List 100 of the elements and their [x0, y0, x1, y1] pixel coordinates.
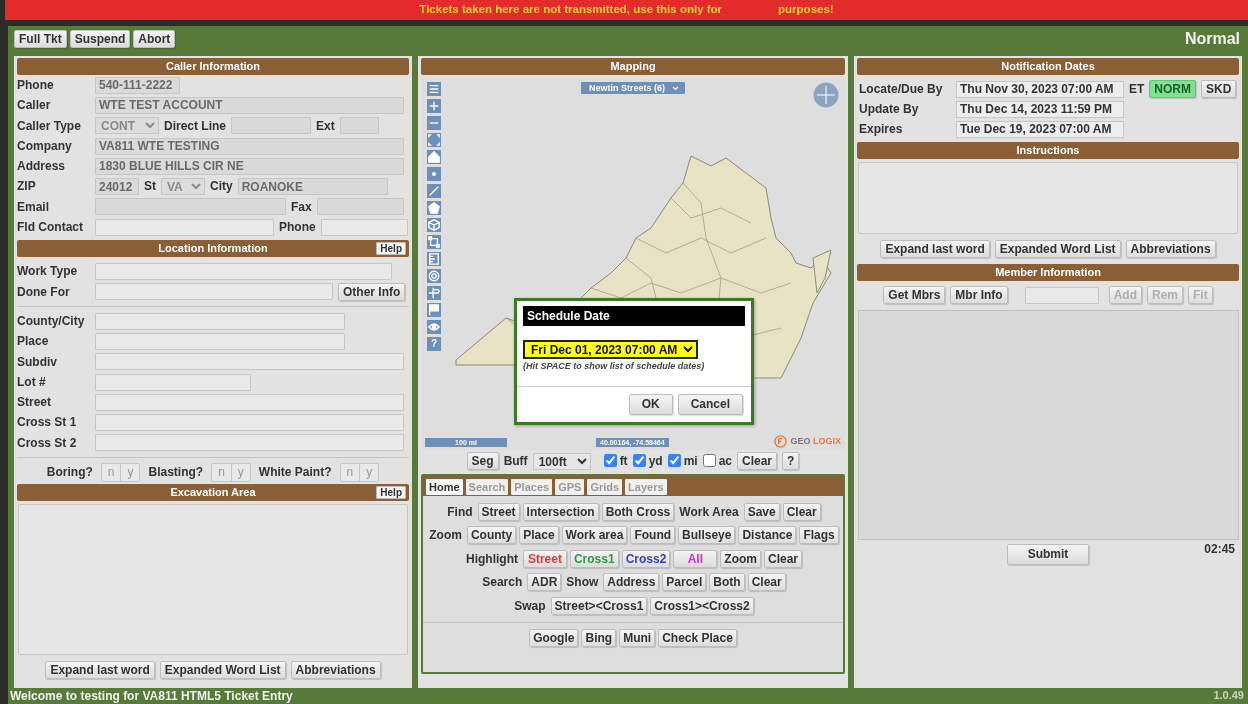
dialog-button[interactable]: Cancel: [677, 393, 743, 415]
button[interactable]: Both: [709, 573, 745, 592]
date-field[interactable]: Tue Dec 19, 2023 07:00 AM: [956, 120, 1124, 138]
checkbox[interactable]: [667, 454, 681, 468]
home-icon[interactable]: [427, 150, 441, 164]
target-icon[interactable]: [427, 269, 441, 283]
help-button[interactable]: Help: [376, 486, 406, 500]
button[interactable]: Abbreviations: [1125, 240, 1216, 258]
button[interactable]: Bing: [581, 629, 617, 648]
toolbar-button[interactable]: Suspend: [69, 30, 131, 48]
input-field[interactable]: [95, 263, 392, 280]
button[interactable]: Cross2: [621, 549, 671, 568]
button[interactable]: Expanded Word List: [159, 661, 286, 679]
header-title: Caller Information: [165, 60, 261, 72]
button[interactable]: Check Place: [658, 629, 737, 648]
button[interactable]: Zoom: [720, 549, 761, 568]
button[interactable]: County: [466, 526, 517, 545]
button[interactable]: Clear: [747, 573, 786, 592]
date-field[interactable]: Thu Nov 30, 2023 07:00 AM: [956, 80, 1124, 98]
input-field[interactable]: [95, 434, 404, 452]
button[interactable]: Expand last word: [880, 240, 990, 258]
zoom-in-icon[interactable]: [427, 99, 441, 113]
checkbox[interactable]: [702, 454, 716, 468]
selection-icon[interactable]: [427, 235, 441, 249]
input-field[interactable]: [95, 373, 251, 391]
button[interactable]: Expand last word: [45, 661, 155, 679]
ruler-icon[interactable]: [427, 252, 441, 266]
button[interactable]: Place: [519, 526, 559, 545]
submit-button[interactable]: Submit: [1006, 543, 1090, 565]
button[interactable]: Clear: [737, 452, 778, 470]
button[interactable]: Save: [743, 502, 780, 521]
field-label: Blasting?: [148, 464, 204, 480]
button[interactable]: Clear: [764, 549, 803, 568]
frame-icon[interactable]: [427, 133, 441, 147]
flag-icon[interactable]: [427, 303, 441, 317]
button[interactable]: Address: [603, 573, 660, 592]
button[interactable]: Parcel: [662, 573, 707, 592]
line-icon[interactable]: [427, 184, 441, 198]
date-dropdown[interactable]: Fri Dec 01, 2023 07:00 AM: [523, 340, 698, 359]
button[interactable]: Get Mbrs: [883, 286, 946, 304]
input-field[interactable]: [95, 312, 345, 330]
checkbox-label: yd: [648, 453, 663, 469]
mode-button[interactable]: SKD: [1201, 80, 1237, 98]
input-field[interactable]: [95, 393, 404, 411]
button[interactable]: Cross1><Cross2: [650, 596, 754, 615]
button[interactable]: Found: [630, 526, 676, 545]
button[interactable]: Flags: [799, 526, 839, 545]
toolbar-button[interactable]: Abort: [133, 30, 176, 48]
field-label: Done For: [17, 284, 71, 299]
field-label: Locate/Due By: [859, 81, 944, 97]
button[interactable]: Other Info: [338, 282, 406, 301]
button[interactable]: ?: [782, 452, 800, 470]
button[interactable]: Street><Cross1: [550, 596, 648, 615]
tab[interactable]: Home: [426, 479, 463, 495]
button[interactable]: Street: [477, 502, 520, 521]
menu-icon[interactable]: [427, 82, 441, 96]
input-field[interactable]: [95, 218, 274, 236]
button[interactable]: Intersection: [522, 502, 599, 521]
field-label: ZIP: [17, 179, 37, 194]
input-field[interactable]: [320, 218, 408, 236]
button[interactable]: Google: [529, 629, 579, 648]
button[interactable]: Clear: [782, 502, 821, 521]
zoom-out-icon[interactable]: [427, 116, 441, 130]
field-label: White Paint?: [258, 464, 332, 480]
date-field[interactable]: Thu Dec 14, 2023 11:59 PM: [956, 100, 1124, 118]
mode-button[interactable]: NORM: [1149, 80, 1196, 98]
input-field[interactable]: [1024, 286, 1099, 304]
button[interactable]: Abbreviations: [290, 661, 381, 679]
header-title: Excavation Area: [170, 486, 256, 499]
input-field[interactable]: [95, 353, 404, 371]
checkbox[interactable]: [632, 454, 646, 468]
button[interactable]: Work area: [561, 526, 628, 545]
field-label: Expires: [859, 121, 904, 137]
input-field[interactable]: [95, 332, 345, 350]
text-area[interactable]: [858, 162, 1238, 234]
dropdown[interactable]: 100ft: [532, 452, 591, 470]
checkbox-label: ac: [718, 453, 732, 469]
eye-icon[interactable]: [427, 320, 441, 334]
pentagon-icon[interactable]: [427, 201, 441, 215]
toolbar-button[interactable]: Full Tkt: [14, 30, 67, 48]
dialog-button[interactable]: OK: [628, 393, 673, 415]
input-field[interactable]: [95, 414, 404, 432]
button[interactable]: ADR: [527, 573, 562, 592]
cube-icon[interactable]: [427, 218, 441, 232]
button[interactable]: Both Cross: [601, 502, 675, 521]
signpost-icon[interactable]: [427, 286, 441, 300]
button[interactable]: Seg: [466, 452, 499, 470]
button[interactable]: Distance: [738, 526, 797, 545]
input-field[interactable]: [95, 283, 333, 301]
checkbox[interactable]: [603, 454, 617, 468]
button[interactable]: Mbr Info: [950, 286, 1008, 304]
field-label: Cross St 1: [17, 415, 78, 430]
button[interactable]: Street: [522, 549, 567, 568]
button[interactable]: Bullseye: [678, 526, 736, 545]
button[interactable]: Expanded Word List: [994, 240, 1121, 258]
help-button[interactable]: Help: [376, 242, 406, 256]
button[interactable]: Muni: [619, 629, 656, 648]
logo-text: GEO LOGIX: [790, 436, 841, 447]
compass-icon[interactable]: [813, 82, 839, 108]
checkbox-label: mi: [683, 453, 698, 469]
